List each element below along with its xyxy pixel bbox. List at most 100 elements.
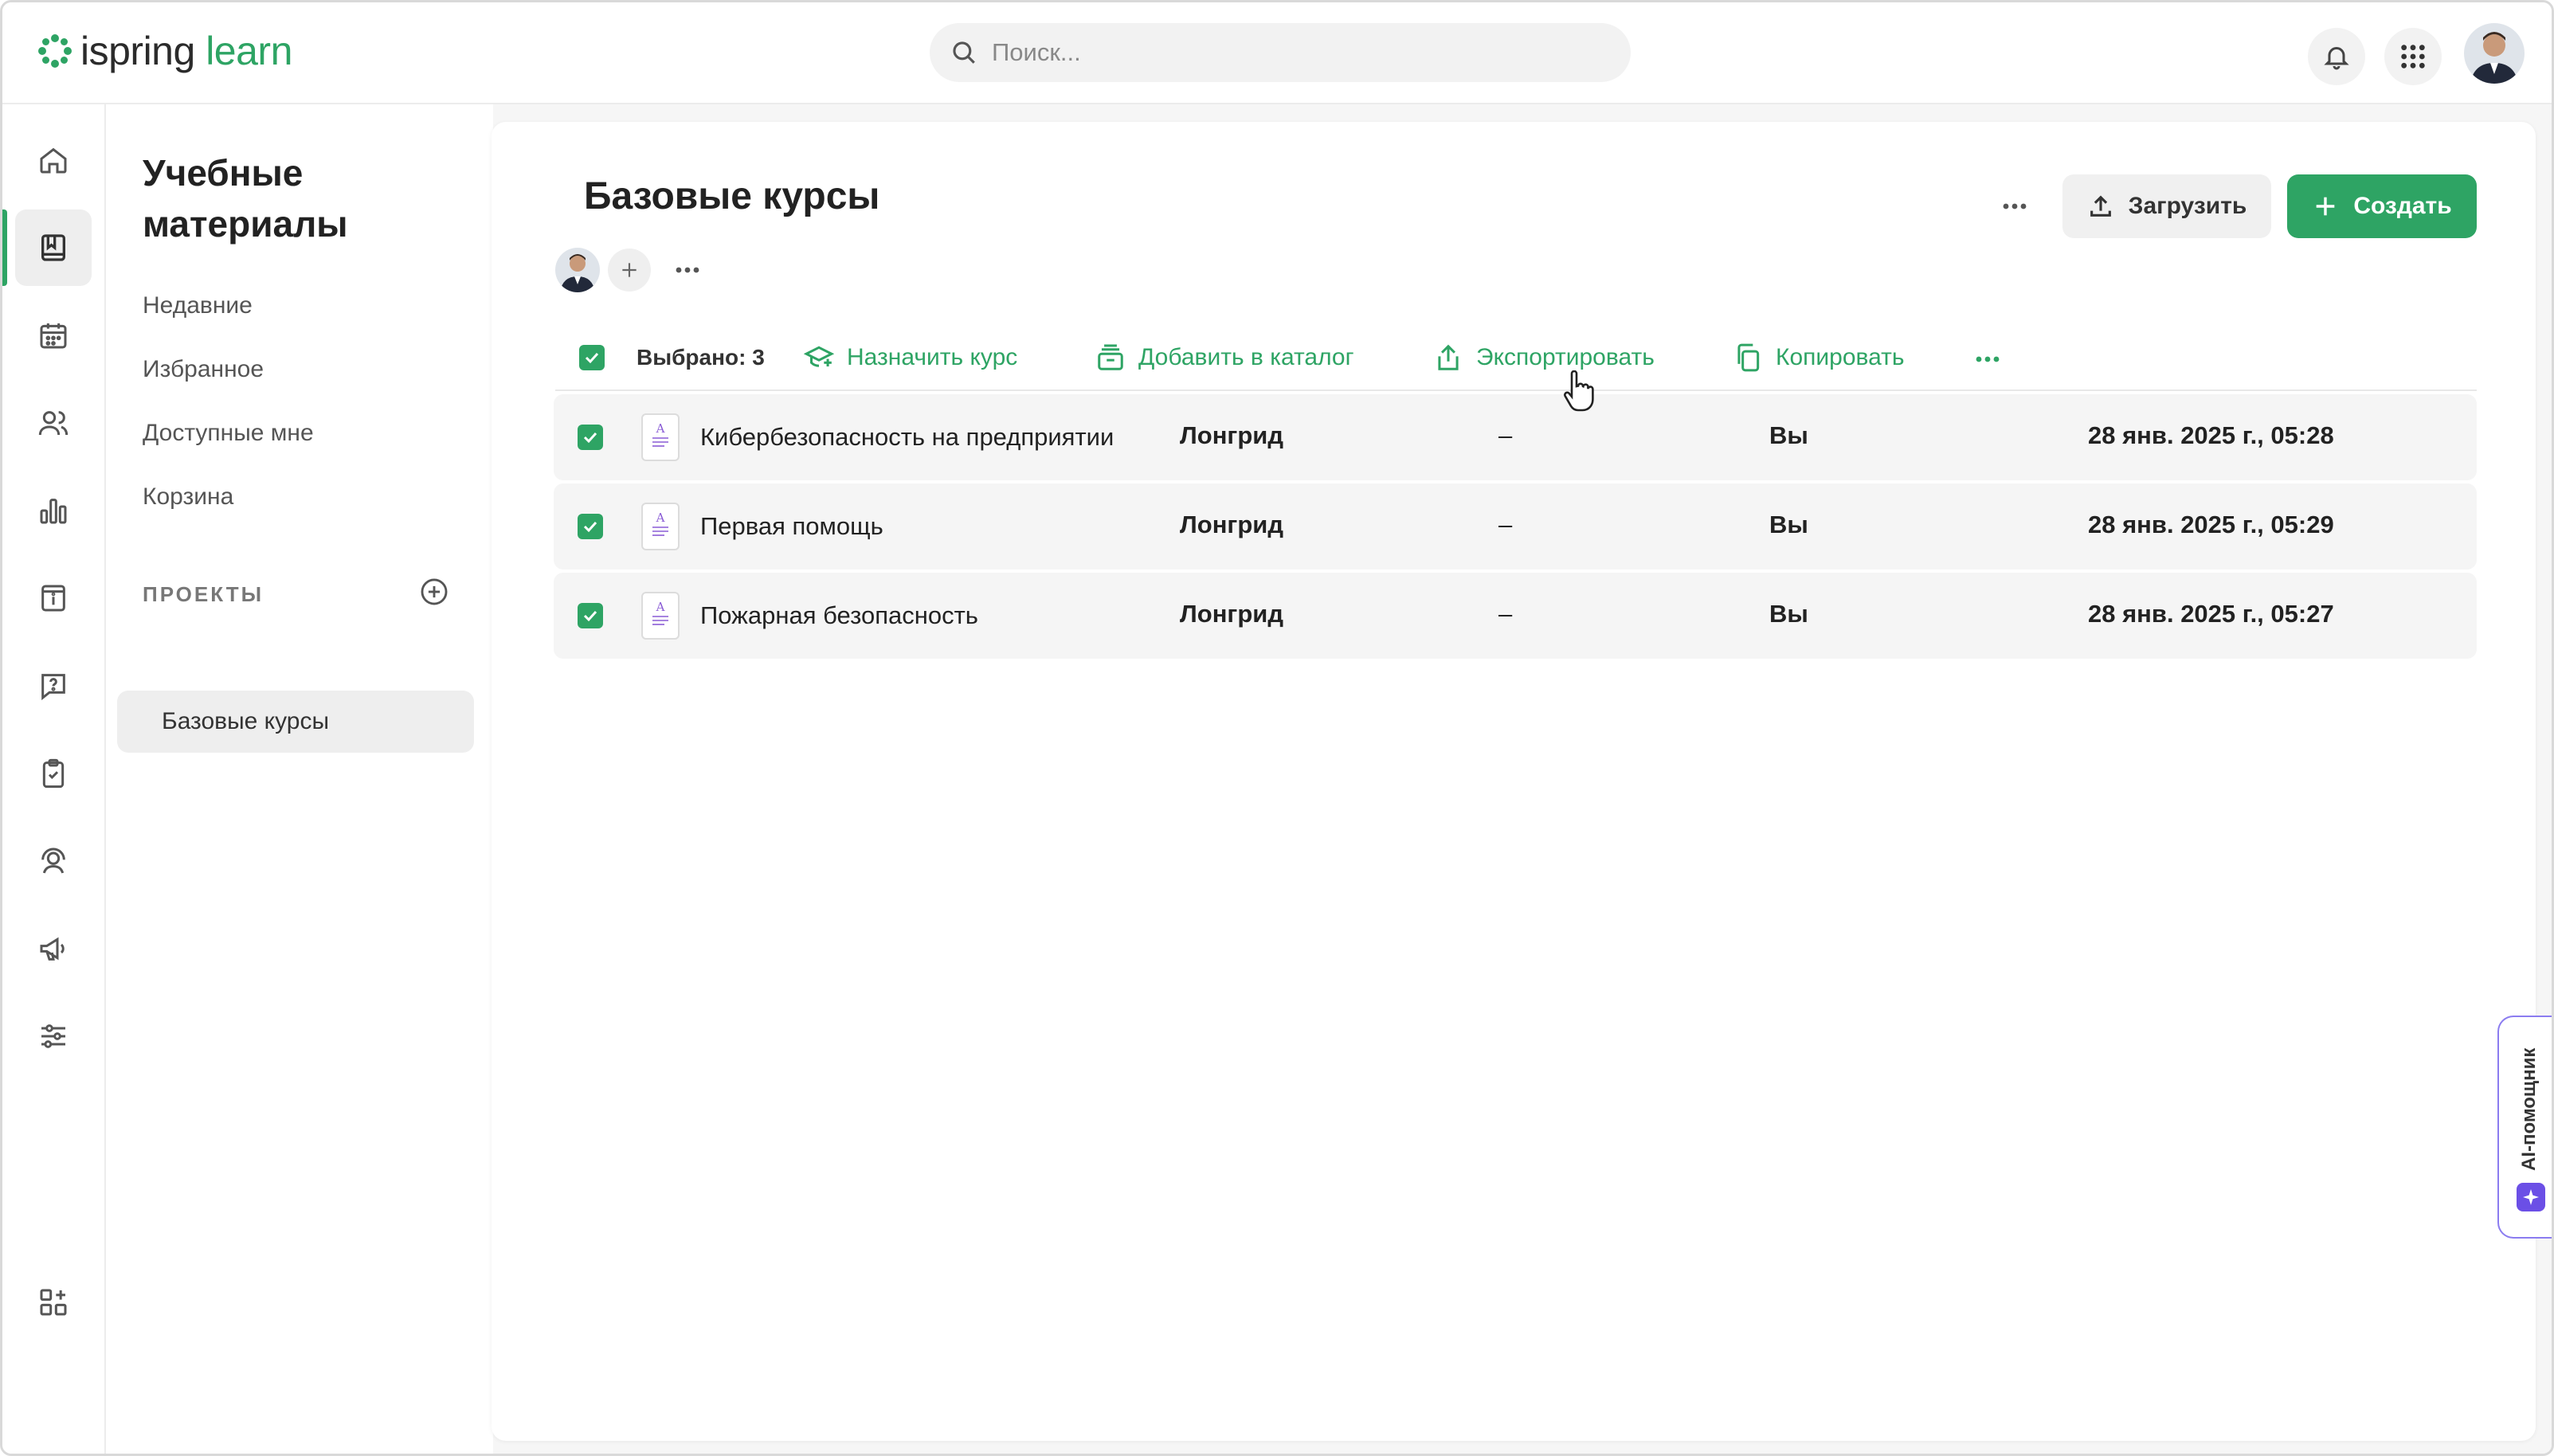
support-agent-icon: [41, 847, 65, 874]
bar-chart-icon: [40, 499, 67, 524]
copy-label: Копировать: [1776, 344, 1905, 370]
logo[interactable]: ispring learn: [37, 26, 292, 76]
calendar-icon: [40, 323, 67, 349]
rail-reports[interactable]: [15, 472, 92, 549]
sidebar-link-trash[interactable]: Корзина: [143, 483, 233, 511]
rail-learning-materials[interactable]: [15, 209, 92, 286]
sidebar-link-recent[interactable]: Недавние: [143, 292, 253, 319]
plus-icon: [622, 263, 637, 277]
project-members: [555, 246, 703, 294]
search-icon: [953, 41, 975, 64]
create-label: Создать: [2353, 193, 2452, 219]
table-row[interactable]: A Кибербезопасность на предприятии Лонгр…: [554, 394, 2477, 480]
table-row[interactable]: A Пожарная безопасность Лонгрид – Вы 28 …: [554, 573, 2477, 659]
rail-add-widget[interactable]: [15, 1264, 92, 1341]
rail-users[interactable]: [15, 385, 92, 461]
course-name[interactable]: Кибербезопасность на предприятии: [700, 423, 1114, 452]
check-icon: [583, 521, 597, 533]
upload-button[interactable]: Загрузить: [2062, 174, 2271, 238]
apps-grid-icon: [2401, 45, 2425, 68]
assign-course-label: Назначить курс: [847, 344, 1018, 370]
hand-cursor-icon: [1564, 370, 1594, 412]
add-member-button[interactable]: [608, 249, 651, 292]
add-widget-icon: [40, 1289, 67, 1316]
longread-icon: A: [641, 503, 680, 550]
info-board-icon: [41, 585, 65, 612]
more-horizontal-icon: [1976, 356, 2000, 362]
logo-text: ispring learn: [80, 28, 292, 74]
search-input[interactable]: [992, 38, 1597, 67]
sidebar-link-favorites[interactable]: Избранное: [143, 356, 264, 383]
rail-calendar[interactable]: [15, 297, 92, 374]
course-name[interactable]: Первая помощь: [700, 512, 883, 541]
sliders-icon: [41, 1024, 65, 1048]
catalog-add-icon: [1098, 344, 1123, 370]
more-horizontal-icon: [2003, 203, 2027, 209]
logo-product: learn: [206, 29, 292, 73]
course-author: Вы: [1769, 511, 1808, 538]
logo-brand: ispring: [80, 29, 195, 73]
longread-icon: A: [641, 413, 680, 461]
search-bar[interactable]: [930, 23, 1631, 82]
rail-questions[interactable]: [15, 648, 92, 724]
ai-assistant-tab[interactable]: AI-помощник: [2497, 1016, 2552, 1239]
course-date: 28 янв. 2025 г., 05:27: [2088, 600, 2334, 628]
table-row[interactable]: A Первая помощь Лонгрид – Вы 28 янв. 202…: [554, 483, 2477, 569]
apps-button[interactable]: [2384, 28, 2442, 85]
course-date: 28 янв. 2025 г., 05:29: [2088, 511, 2334, 538]
export-icon: [1438, 344, 1459, 370]
copy-icon: [1737, 343, 1760, 372]
rail-settings[interactable]: [15, 998, 92, 1074]
row-checkbox[interactable]: [578, 425, 603, 450]
export-button[interactable]: Экспортировать: [1433, 340, 1655, 375]
selected-count: Выбрано: 3: [637, 345, 765, 370]
user-avatar[interactable]: [2464, 23, 2525, 84]
plus-circle-icon: [421, 578, 448, 605]
book-icon: [41, 234, 65, 261]
course-date: 28 янв. 2025 г., 05:28: [2088, 421, 2334, 449]
question-chat-icon: [41, 674, 65, 701]
ai-assistant-label: AI-помощник: [2518, 1047, 2540, 1172]
add-to-catalog-button[interactable]: Добавить в каталог: [1095, 340, 1354, 375]
megaphone-icon: [40, 937, 65, 961]
notifications-button[interactable]: [2308, 28, 2365, 85]
create-button[interactable]: Создать: [2287, 174, 2477, 238]
add-to-catalog-label: Добавить в каталог: [1138, 344, 1354, 370]
course-type: Лонгрид: [1180, 511, 1283, 538]
projects-heading: ПРОЕКТЫ: [143, 582, 264, 606]
bell-icon: [2324, 47, 2349, 70]
check-icon: [583, 432, 597, 444]
home-icon: [40, 147, 67, 174]
rail-info[interactable]: [15, 560, 92, 636]
rail-home[interactable]: [15, 122, 92, 198]
app-window: ispring learn Поиск... Учебные материалы…: [0, 0, 2554, 1456]
add-project-button[interactable]: [417, 574, 452, 609]
course-extra: –: [1498, 600, 1513, 628]
sparkle-icon: [2517, 1183, 2545, 1211]
rail-support[interactable]: [15, 823, 92, 899]
course-extra: –: [1498, 421, 1513, 449]
selection-more-button[interactable]: [1970, 343, 2005, 375]
svg-text:A: A: [656, 421, 665, 436]
export-label: Экспортировать: [1476, 344, 1655, 370]
row-checkbox[interactable]: [578, 514, 603, 539]
rail-assignments[interactable]: [15, 735, 92, 812]
members-more-button[interactable]: [672, 254, 703, 286]
rail-announcements[interactable]: [15, 910, 92, 987]
row-checkbox[interactable]: [578, 603, 603, 628]
course-type: Лонгрид: [1180, 421, 1283, 449]
header-more-button[interactable]: [1991, 182, 2039, 230]
sidebar-link-shared[interactable]: Доступные мне: [143, 420, 314, 447]
project-item[interactable]: Базовые курсы: [117, 691, 474, 753]
check-icon: [585, 352, 599, 364]
select-all-checkbox[interactable]: [579, 345, 605, 370]
svg-text:A: A: [656, 511, 665, 525]
assign-course-button[interactable]: Назначить курс: [804, 340, 1017, 375]
copy-button[interactable]: Копировать: [1733, 340, 1905, 375]
member-avatar[interactable]: [555, 248, 600, 292]
content-panel: [492, 122, 2536, 1441]
course-type: Лонгрид: [1180, 600, 1283, 628]
check-icon: [583, 610, 597, 622]
course-name[interactable]: Пожарная безопасность: [700, 601, 978, 630]
sidebar-title: Учебные материалы: [143, 152, 348, 245]
